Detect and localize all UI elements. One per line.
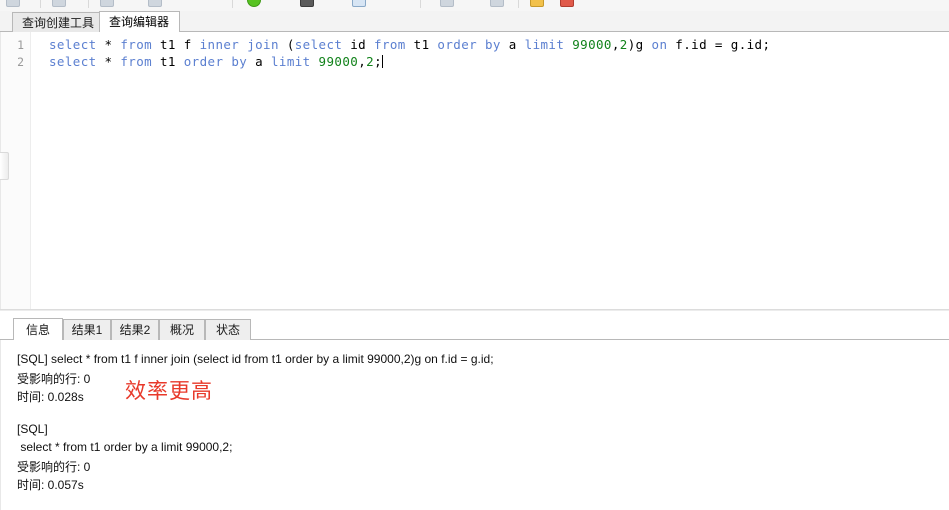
toolbar-button-save[interactable] [440, 0, 457, 9]
toolbar-separator [40, 0, 41, 8]
sql-text: , [358, 54, 367, 69]
results-tab-label: 结果2 [119, 323, 151, 337]
text-cursor [382, 55, 383, 68]
toolbar-button-help[interactable] [560, 0, 577, 9]
log-line-1: 受影响的行: 0 [17, 372, 91, 386]
sql-text: * [96, 54, 121, 69]
toolbar-button-columns[interactable] [100, 0, 117, 9]
log-line-0: [SQL] select * from t1 f inner join (sel… [17, 352, 494, 366]
sql-keyword: select [49, 54, 97, 69]
filter-icon [148, 0, 162, 7]
sql-keyword: order [437, 37, 478, 52]
toolbar-button-explain[interactable] [352, 0, 369, 9]
sql-keyword: join [247, 37, 279, 52]
stop-icon [300, 0, 314, 7]
editor-tab-label: 查询编辑器 [109, 15, 170, 29]
results-tab-label: 状态 [215, 323, 240, 337]
sql-text: t1 [152, 54, 184, 69]
results-panel: 信息 结果1 结果2 概况 状态 [SQL] select * from t1 f in… [0, 311, 949, 510]
sql-keyword: limit [270, 54, 311, 69]
sql-text: a [247, 54, 271, 69]
sql-number: 99000 [572, 37, 612, 52]
toolbar-separator [232, 0, 233, 8]
sql-text: t1 [405, 37, 438, 52]
sql-text: , [611, 37, 620, 52]
sql-text: )g [627, 37, 652, 52]
sql-keyword: select [294, 37, 343, 52]
red-annotation-text: 效率更高 [125, 379, 213, 403]
results-tab-2[interactable]: 结果2 [111, 319, 159, 340]
toolbar-button-warning[interactable] [530, 0, 547, 9]
code-line-2[interactable]: select * from t1 order by a limit 99000,… [49, 54, 383, 69]
message-log[interactable]: [SQL] select * from t1 f inner join (sel… [0, 340, 949, 510]
editor-tab-label: 查询创建工具 [22, 15, 95, 30]
toolbar-button-refresh[interactable] [490, 0, 507, 9]
toolbar-separator [518, 0, 519, 8]
editor-tab-0[interactable]: 查询创建工具 [12, 12, 100, 32]
results-tab-3[interactable]: 概况 [159, 319, 205, 340]
sql-text: f.id = g.id; [667, 37, 771, 52]
sql-keyword: on [651, 37, 668, 52]
left-panel-splitter-handle[interactable] [0, 152, 9, 180]
grid-icon [52, 0, 66, 7]
log-line-6: 受影响的行: 0 [17, 460, 91, 474]
sql-text: id [342, 37, 375, 52]
toolbar-button-run[interactable] [247, 0, 264, 9]
log-line-7: 时间: 0.057s [17, 478, 84, 492]
results-tab-label: 信息 [25, 322, 50, 337]
results-tab-0[interactable]: 信息 [13, 318, 63, 340]
columns-icon [100, 0, 114, 7]
sql-keyword: from [120, 54, 153, 69]
sql-keyword: limit [524, 37, 565, 52]
toolbar-button-stop[interactable] [300, 0, 317, 9]
log-line-4: [SQL] [17, 422, 48, 436]
toolbar-button-filter[interactable] [148, 0, 165, 9]
sql-keyword: from [374, 37, 406, 52]
sql-text: * [96, 37, 121, 52]
sql-editor[interactable]: 12 select * from t1 f inner join (select… [0, 32, 949, 309]
sql-number: 99000 [318, 54, 359, 69]
sql-number: 2 [366, 54, 375, 69]
explain-icon [352, 0, 366, 7]
toolbar-button-table[interactable] [6, 0, 23, 9]
refresh-icon [490, 0, 504, 7]
toolbar-button-grid[interactable] [52, 0, 69, 9]
log-line-2: 时间: 0.028s [17, 390, 84, 404]
sql-keyword: by [485, 37, 501, 52]
results-tab-label: 结果1 [71, 323, 103, 337]
sql-keyword: select [49, 37, 97, 52]
table-icon [6, 0, 20, 7]
sql-keyword: inner [199, 37, 240, 52]
sql-keyword: from [120, 37, 153, 52]
toolbar-separator [88, 0, 89, 8]
editor-tab-1[interactable]: 查询编辑器 [99, 11, 180, 32]
sql-number: 2 [619, 37, 628, 52]
warning-icon [530, 0, 544, 7]
save-icon [440, 0, 454, 7]
sql-keyword: by [231, 54, 248, 69]
results-tab-1[interactable]: 结果1 [63, 319, 111, 340]
code-line-1[interactable]: select * from t1 f inner join (select id… [49, 37, 770, 52]
results-tab-label: 概况 [169, 323, 194, 337]
line-number: 1 [17, 38, 24, 52]
log-line-5: select * from t1 order by a limit 99000,… [17, 440, 233, 454]
line-number: 2 [17, 55, 24, 69]
sql-text: a [500, 37, 525, 52]
toolbar-separator [420, 0, 421, 8]
sql-text: t1 f [152, 37, 200, 52]
run-icon [247, 0, 261, 7]
sql-text: ( [278, 37, 295, 52]
editor-tab-bar[interactable]: 查询创建工具 查询编辑器 [0, 11, 949, 32]
results-tab-4[interactable]: 状态 [205, 319, 251, 340]
help-icon [560, 0, 574, 7]
sql-keyword: order [183, 54, 224, 69]
sql-text: ; [374, 54, 382, 69]
results-tab-bar[interactable]: 信息 结果1 结果2 概况 状态 [0, 318, 949, 340]
